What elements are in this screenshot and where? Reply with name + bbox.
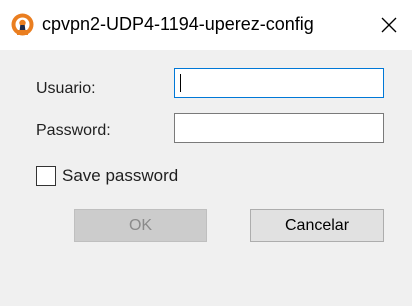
password-input[interactable] [174, 113, 384, 143]
close-icon [381, 17, 397, 33]
openvpn-icon [11, 13, 34, 36]
save-password-option[interactable]: Save password [36, 165, 178, 187]
login-dialog: cpvpn2-UDP4-1194-uperez-config Usuario: … [0, 0, 412, 306]
title-bar[interactable]: cpvpn2-UDP4-1194-uperez-config [0, 0, 412, 50]
username-label: Usuario: [36, 80, 96, 97]
ok-button[interactable]: OK [74, 209, 207, 242]
password-label: Password: [36, 122, 111, 139]
text-caret [180, 74, 181, 92]
close-button[interactable] [366, 0, 412, 50]
cancel-button[interactable]: Cancelar [250, 209, 384, 242]
window-title: cpvpn2-UDP4-1194-uperez-config [42, 14, 314, 34]
username-input[interactable] [174, 68, 384, 98]
save-password-label[interactable]: Save password [62, 166, 178, 186]
save-password-checkbox[interactable] [36, 166, 56, 186]
